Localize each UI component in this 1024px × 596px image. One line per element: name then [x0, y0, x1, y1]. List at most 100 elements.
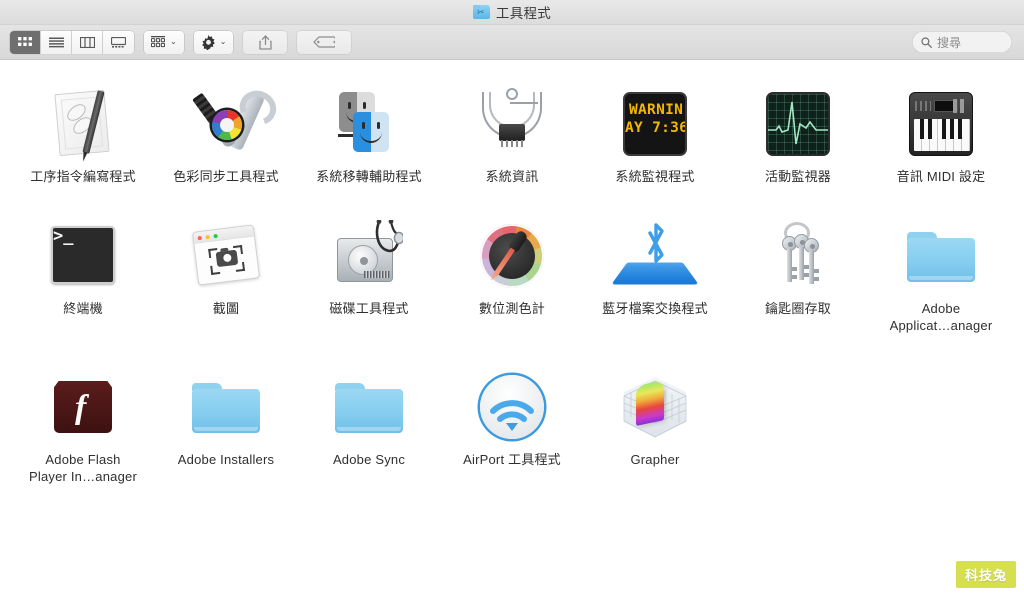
screenshot-icon	[188, 218, 264, 294]
item-script-editor[interactable]: 工序指令編寫程式	[12, 72, 155, 185]
item-label: Adobe Flash Player In…anager	[29, 452, 137, 484]
icon-container	[470, 210, 554, 294]
folder-icon	[331, 369, 407, 445]
icon-container	[470, 78, 554, 162]
item-label: 截圖	[212, 301, 240, 316]
item-adobe-sync[interactable]: Adobe Sync	[298, 355, 441, 485]
item-disk-utility[interactable]: 磁碟工具程式	[298, 204, 441, 334]
icon-container	[899, 210, 983, 294]
gallery-view-button[interactable]	[103, 30, 134, 54]
icon-container	[756, 78, 840, 162]
item-screenshot[interactable]: 截圖	[155, 204, 298, 334]
watermark-badge: 科技兔	[955, 561, 1016, 588]
wifi-arcs	[490, 400, 534, 431]
icon-grid: 工序指令編寫程式 色彩同步工具程式 系統移轉輔助程式 系統資訊 WARNIN A…	[0, 72, 1024, 485]
grid-small-icon	[151, 36, 166, 48]
window-titlebar: ✂ 工具程式	[0, 0, 1024, 25]
item-label: 系統資訊	[485, 169, 539, 184]
item-label: 系統監視程式	[615, 169, 695, 184]
item-adobe-installers[interactable]: Adobe Installers	[155, 355, 298, 485]
item-label: 活動監視器	[764, 169, 831, 184]
window-title-group: ✂ 工具程式	[472, 2, 551, 22]
item-label: 色彩同步工具程式	[173, 169, 279, 184]
gallery-icon	[111, 36, 126, 48]
item-grapher[interactable]: Grapher	[584, 355, 727, 485]
icon-container	[184, 78, 268, 162]
icon-container: WARNIN AY 7:36	[613, 78, 697, 162]
flash-f-glyph: f	[75, 389, 87, 426]
item-digital-color-meter[interactable]: 數位測色計	[441, 204, 584, 334]
icon-container	[327, 78, 411, 162]
item-activity-monitor[interactable]: 活動監視器	[727, 72, 870, 185]
action-menu-button[interactable]: ⌄	[193, 30, 234, 54]
item-colorsync-utility[interactable]: 色彩同步工具程式	[155, 72, 298, 185]
icon-container	[327, 361, 411, 445]
item-bluetooth-file-exchange[interactable]: 藍牙檔案交換程式	[584, 204, 727, 334]
icon-view-button[interactable]	[10, 30, 41, 54]
view-mode-segmented-control[interactable]	[10, 30, 134, 54]
tags-button[interactable]	[297, 30, 352, 54]
item-label: Grapher	[630, 452, 680, 467]
list-view-button[interactable]	[41, 30, 72, 54]
colorsync-utility-icon	[188, 86, 266, 162]
group-items-button[interactable]: ⌄	[144, 30, 184, 54]
item-console[interactable]: WARNIN AY 7:36 系統監視程式	[584, 72, 727, 185]
item-terminal[interactable]: >_ 終端機	[12, 204, 155, 334]
item-label: 終端機	[63, 301, 103, 316]
keychain-access-icon	[760, 218, 836, 294]
icon-container	[184, 210, 268, 294]
script-editor-icon	[45, 86, 121, 162]
icon-container	[899, 78, 983, 162]
gear-icon	[201, 34, 215, 50]
icon-container	[41, 78, 125, 162]
search-icon	[921, 36, 932, 48]
item-label: 音訊 MIDI 設定	[896, 169, 986, 184]
item-label: Adobe Sync	[332, 452, 406, 467]
column-view-button[interactable]	[72, 30, 103, 54]
terminal-icon: >_	[45, 218, 121, 294]
console-icon: WARNIN AY 7:36	[617, 86, 693, 162]
migration-assistant-icon	[331, 86, 407, 162]
item-label: 系統移轉輔助程式	[316, 169, 422, 184]
icon-container: >_	[41, 210, 125, 294]
icon-container	[613, 361, 697, 445]
item-adobe-application-manager[interactable]: Adobe Applicat…anager	[870, 204, 1013, 334]
folder-icon	[903, 218, 979, 294]
chevron-down-icon: ⌄	[170, 37, 177, 46]
icon-container: f	[41, 361, 125, 445]
item-system-information[interactable]: 系統資訊	[441, 72, 584, 185]
activity-monitor-icon	[760, 86, 836, 162]
item-label: 藍牙檔案交換程式	[602, 301, 708, 316]
item-migration-assistant[interactable]: 系統移轉輔助程式	[298, 72, 441, 185]
item-keychain-access[interactable]: 鑰匙圈存取	[727, 204, 870, 334]
item-label: 磁碟工具程式	[329, 301, 409, 316]
item-adobe-flash-player-install-manager[interactable]: f Adobe Flash Player In…anager	[12, 355, 155, 485]
item-label: 工序指令編寫程式	[30, 169, 136, 184]
row-spacer	[12, 334, 1013, 355]
finder-toolbar: ⌄ ⌄ 搜尋	[0, 25, 1024, 60]
file-grid-area: 工序指令編寫程式 色彩同步工具程式 系統移轉輔助程式 系統資訊 WARNIN A…	[0, 60, 1024, 596]
bluetooth-glyph	[648, 223, 664, 263]
airport-utility-icon	[474, 369, 550, 445]
disk-utility-icon	[331, 218, 407, 294]
bluetooth-file-exchange-icon	[611, 218, 699, 294]
audio-midi-setup-icon	[903, 86, 979, 162]
row-spacer	[12, 185, 1013, 204]
search-input[interactable]: 搜尋	[912, 31, 1012, 53]
console-time-line: AY 7:36	[625, 120, 687, 136]
tag-icon	[313, 36, 336, 48]
share-button[interactable]	[243, 30, 288, 54]
console-warning-line: WARNIN	[629, 102, 684, 118]
item-label: Adobe Installers	[177, 452, 275, 467]
search-placeholder: 搜尋	[937, 35, 962, 50]
utilities-folder-icon: ✂	[472, 5, 490, 19]
item-airport-utility[interactable]: AirPort 工具程式	[441, 355, 584, 485]
icon-container	[327, 210, 411, 294]
icon-container	[756, 210, 840, 294]
item-label: AirPort 工具程式	[463, 452, 561, 467]
icon-container	[470, 361, 554, 445]
item-audio-midi-setup[interactable]: 音訊 MIDI 設定	[870, 72, 1013, 185]
stethoscope-shape	[375, 220, 403, 253]
columns-icon	[79, 36, 95, 48]
list-icon	[48, 37, 64, 47]
